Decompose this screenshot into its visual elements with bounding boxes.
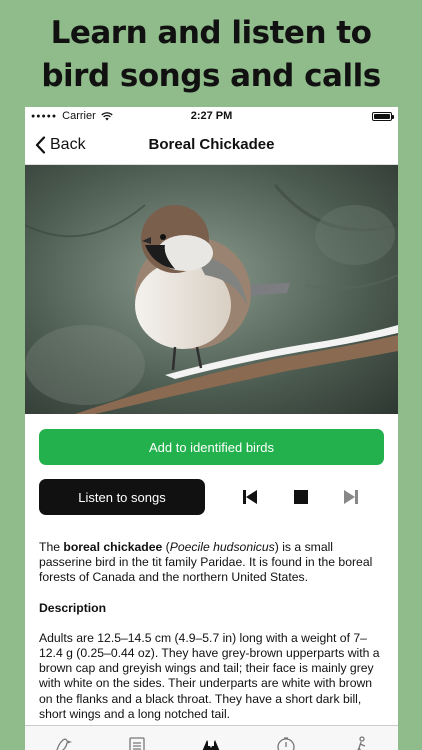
add-to-identified-button[interactable]: Add to identified birds bbox=[39, 429, 384, 465]
walk-icon bbox=[356, 736, 365, 750]
navigation-bar: Back Boreal Chickadee bbox=[25, 125, 398, 165]
intro-paragraph: The boreal chickadee (Poecile hudsonicus… bbox=[39, 540, 387, 586]
bird-icon bbox=[56, 738, 73, 750]
description-heading: Description bbox=[39, 600, 107, 615]
timer-icon bbox=[277, 737, 295, 750]
promo-line-2: bird songs and calls bbox=[41, 58, 381, 94]
tab-bar bbox=[25, 725, 398, 750]
back-label: Back bbox=[50, 135, 86, 153]
status-time: 2:27 PM bbox=[190, 110, 233, 122]
tab-identify[interactable] bbox=[199, 736, 223, 750]
stop-icon[interactable] bbox=[292, 488, 310, 506]
listen-to-songs-button[interactable]: Listen to songs bbox=[39, 479, 205, 515]
back-button[interactable]: Back bbox=[25, 136, 86, 154]
skip-forward-icon[interactable] bbox=[342, 488, 360, 506]
tab-birds[interactable] bbox=[50, 736, 74, 750]
identify-icon bbox=[203, 740, 220, 750]
skip-back-icon[interactable] bbox=[241, 488, 259, 506]
promo-line-1: Learn and listen to bbox=[50, 15, 372, 51]
chevron-left-icon bbox=[35, 135, 46, 154]
promo-headline: Learn and listen to bird songs and calls bbox=[0, 12, 422, 98]
bird-photo bbox=[25, 165, 398, 414]
tab-timer[interactable] bbox=[274, 736, 298, 750]
bird-common-name: boreal chickadee bbox=[63, 540, 163, 554]
description-paragraph: Adults are 12.5–14.5 cm (4.9–5.7 in) lon… bbox=[39, 630, 380, 721]
intro-text: The bbox=[39, 540, 64, 554]
battery-icon bbox=[372, 111, 394, 121]
status-bar: ●●●●● Carrier 2:27 PM bbox=[25, 107, 398, 125]
tab-list[interactable] bbox=[125, 736, 149, 750]
bird-latin-name: Poecile hudsonicus bbox=[169, 540, 275, 554]
article-body: The boreal chickadee (Poecile hudsonicus… bbox=[39, 540, 387, 737]
intro-text: ( bbox=[162, 540, 170, 554]
phone-screen: ●●●●● Carrier 2:27 PM Back Boreal Chicka… bbox=[25, 107, 398, 750]
tab-walk[interactable] bbox=[349, 736, 373, 750]
list-icon bbox=[129, 737, 145, 750]
